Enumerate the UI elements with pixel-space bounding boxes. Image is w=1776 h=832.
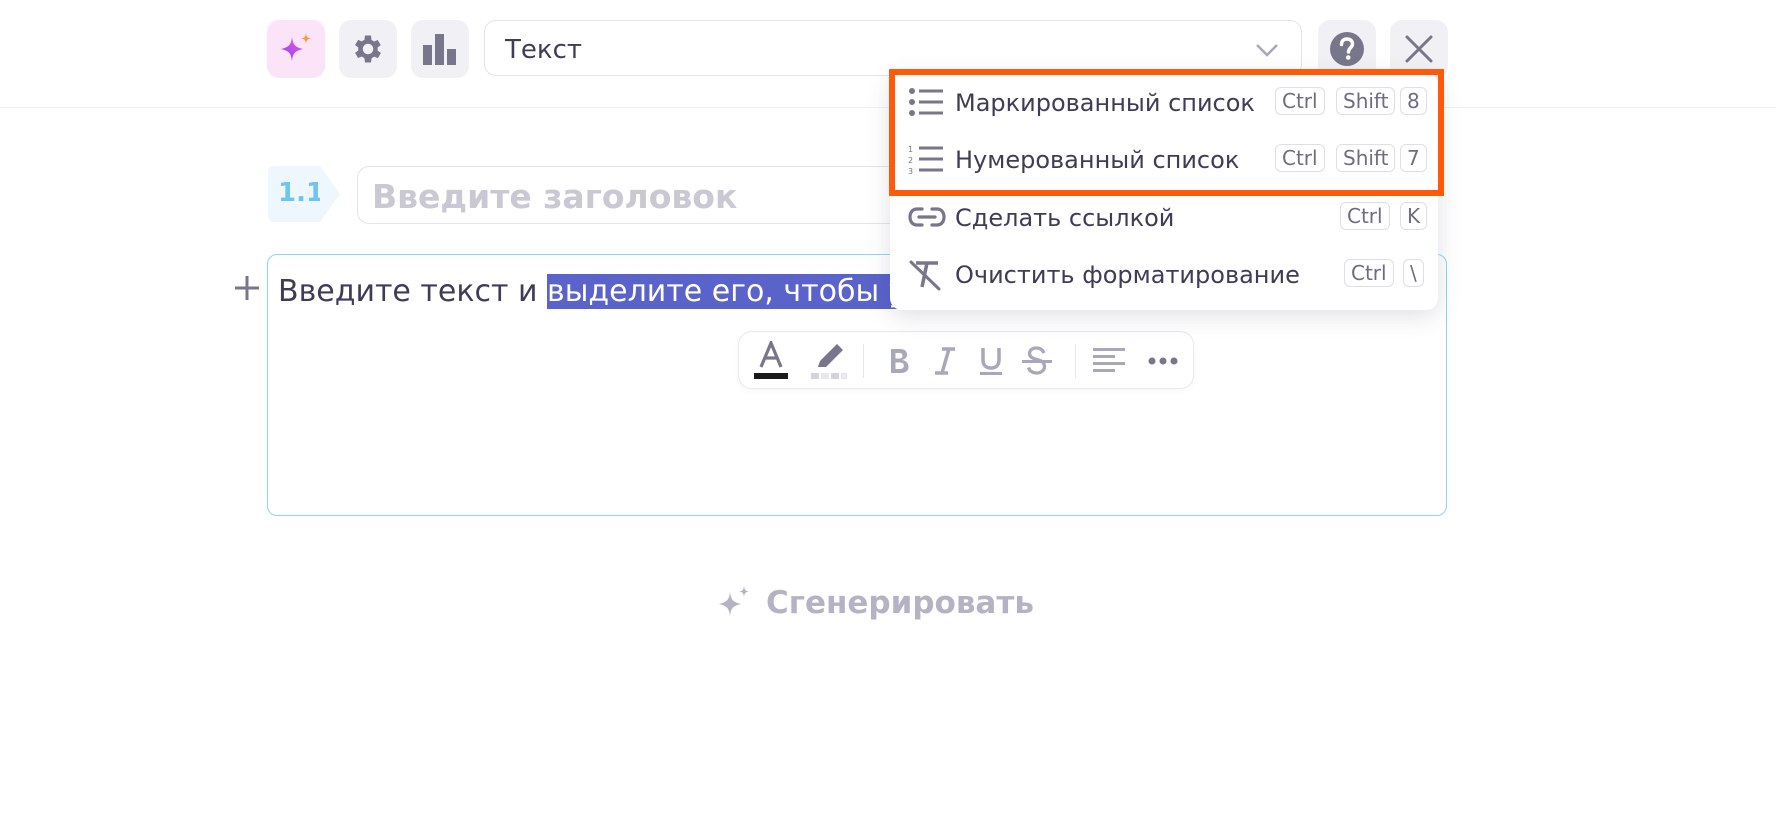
close-icon bbox=[1405, 35, 1433, 63]
highlighter-icon bbox=[811, 344, 847, 379]
inline-formatting-toolbar bbox=[738, 331, 1194, 389]
shortcut-key: K bbox=[1400, 202, 1428, 230]
svg-text:3: 3 bbox=[908, 167, 913, 174]
shortcut-key: Ctrl bbox=[1340, 202, 1390, 230]
strikethrough-button[interactable] bbox=[1017, 342, 1057, 380]
clear-format-icon bbox=[909, 260, 941, 291]
menu-item-label: Очистить форматирование bbox=[955, 261, 1300, 289]
menu-item-label: Сделать ссылкой bbox=[955, 204, 1175, 232]
shortcut-key: Ctrl bbox=[1344, 259, 1394, 287]
section-number: 1.1 bbox=[278, 178, 325, 208]
bold-button[interactable] bbox=[879, 342, 919, 380]
sparkle-icon bbox=[281, 33, 311, 61]
bullet-list-icon bbox=[909, 88, 943, 116]
shortcut-key: Shift bbox=[1336, 87, 1396, 115]
more-options-dropdown: Маркированный список Ctrl Shift 8 1 2 3 … bbox=[890, 72, 1438, 310]
menu-item-bullet-list[interactable]: Маркированный список Ctrl Shift 8 bbox=[890, 75, 1438, 131]
heading-placeholder: Введите заголовок bbox=[372, 177, 738, 216]
block-type-select[interactable]: Текст bbox=[484, 20, 1302, 76]
editor-text-selected: выделите его, чтобы ув bbox=[547, 274, 925, 309]
underline-icon bbox=[980, 348, 1002, 375]
toolbar-divider bbox=[0, 107, 1776, 108]
statistics-button[interactable] bbox=[411, 20, 469, 78]
toolbar-separator bbox=[863, 344, 864, 378]
italic-icon bbox=[935, 347, 955, 375]
shortcut-key: 8 bbox=[1400, 87, 1427, 115]
italic-button[interactable] bbox=[925, 342, 965, 380]
menu-item-numbered-list[interactable]: 1 2 3 Нумерованный список Ctrl Shift 7 bbox=[890, 132, 1438, 188]
strikethrough-icon bbox=[1022, 346, 1052, 375]
section-number-badge: 1.1 bbox=[268, 166, 340, 222]
add-block-plus-icon[interactable] bbox=[233, 274, 261, 302]
sparkle-icon bbox=[719, 586, 749, 616]
menu-item-label: Нумерованный список bbox=[955, 146, 1240, 174]
generate-button[interactable]: Сгенерировать bbox=[716, 584, 1034, 622]
close-button[interactable] bbox=[1390, 20, 1448, 78]
chevron-down-icon bbox=[1256, 44, 1278, 57]
editor-text[interactable]: Введите текст и выделите его, чтобы ув bbox=[278, 274, 925, 309]
text-color-button[interactable] bbox=[749, 341, 793, 380]
generate-label: Сгенерировать bbox=[766, 585, 1034, 621]
shortcut-key: 7 bbox=[1400, 144, 1427, 172]
more-dots-icon bbox=[1148, 357, 1178, 365]
svg-text:2: 2 bbox=[908, 156, 913, 165]
more-options-button[interactable] bbox=[1141, 342, 1185, 380]
menu-item-clear-formatting[interactable]: Очистить форматирование Ctrl \ bbox=[890, 247, 1438, 303]
align-button[interactable] bbox=[1087, 342, 1131, 380]
gear-icon bbox=[355, 35, 381, 63]
toolbar-separator bbox=[1075, 344, 1076, 378]
bold-icon bbox=[891, 349, 909, 373]
svg-text:1: 1 bbox=[908, 145, 913, 154]
underline-button[interactable] bbox=[971, 342, 1011, 380]
shortcut-key: Ctrl bbox=[1275, 144, 1325, 172]
settings-button[interactable] bbox=[339, 20, 397, 78]
numbered-list-icon: 1 2 3 bbox=[908, 145, 943, 174]
help-icon bbox=[1330, 32, 1364, 66]
link-icon bbox=[908, 207, 946, 227]
bar-chart-icon bbox=[423, 34, 456, 65]
help-button[interactable] bbox=[1318, 20, 1376, 78]
shortcut-key: \ bbox=[1403, 259, 1424, 287]
menu-item-label: Маркированный список bbox=[955, 89, 1255, 117]
block-type-value: Текст bbox=[505, 35, 583, 65]
highlight-color-button[interactable] bbox=[807, 342, 851, 380]
ai-assistant-button[interactable] bbox=[267, 20, 325, 78]
text-color-icon bbox=[754, 341, 788, 379]
editor-text-plain: Введите текст и bbox=[278, 274, 548, 309]
menu-item-make-link[interactable]: Сделать ссылкой Ctrl K bbox=[890, 190, 1438, 246]
shortcut-key: Shift bbox=[1336, 144, 1396, 172]
shortcut-key: Ctrl bbox=[1275, 87, 1325, 115]
align-left-icon bbox=[1093, 348, 1125, 372]
